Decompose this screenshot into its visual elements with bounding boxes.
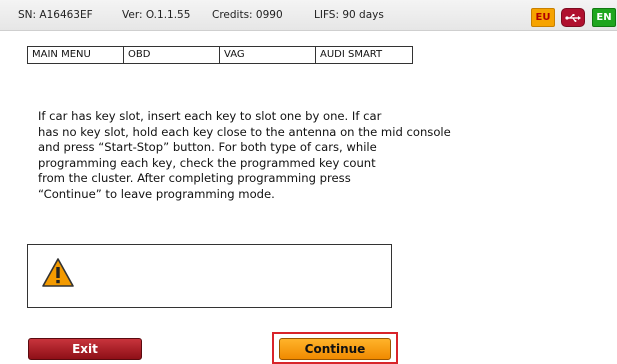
- breadcrumb-main-menu[interactable]: MAIN MENU: [28, 47, 124, 63]
- usb-icon-glyph: [565, 13, 581, 22]
- instruction-line: from the cluster. After completing progr…: [38, 171, 351, 185]
- breadcrumb-obd[interactable]: OBD: [124, 47, 220, 63]
- instruction-line: If car has key slot, insert each key to …: [38, 109, 382, 123]
- version: Ver: O.1.1.55: [122, 9, 191, 21]
- serial-number: SN: A16463EF: [18, 9, 93, 21]
- instruction-line: and press “Start-Stop” button. For both …: [38, 140, 377, 154]
- warning-box: [27, 244, 392, 308]
- lifs: LIFS: 90 days: [314, 9, 384, 21]
- instruction-line: programming each key, check the programm…: [38, 155, 376, 170]
- breadcrumb-vag[interactable]: VAG: [220, 47, 316, 63]
- instruction-line: has no key slot, hold each key close to …: [38, 124, 451, 139]
- continue-button[interactable]: Continue: [279, 338, 391, 360]
- warning-icon: [42, 258, 74, 287]
- status-bar: SN: A16463EF Ver: O.1.1.55 Credits: 0990…: [0, 0, 617, 31]
- exit-button[interactable]: Exit: [28, 338, 142, 360]
- eu-region-button[interactable]: EU: [531, 8, 555, 27]
- instruction-line: “Continue” to leave programming mode.: [38, 186, 275, 201]
- credits: Credits: 0990: [212, 9, 283, 21]
- usb-icon[interactable]: [561, 8, 585, 27]
- instruction-text: If car has key slot, insert each key to …: [38, 109, 608, 202]
- breadcrumb-audi-smart[interactable]: AUDI SMART: [316, 47, 412, 63]
- en-language-button[interactable]: EN: [592, 8, 616, 27]
- breadcrumb: MAIN MENU OBD VAG AUDI SMART: [27, 46, 413, 64]
